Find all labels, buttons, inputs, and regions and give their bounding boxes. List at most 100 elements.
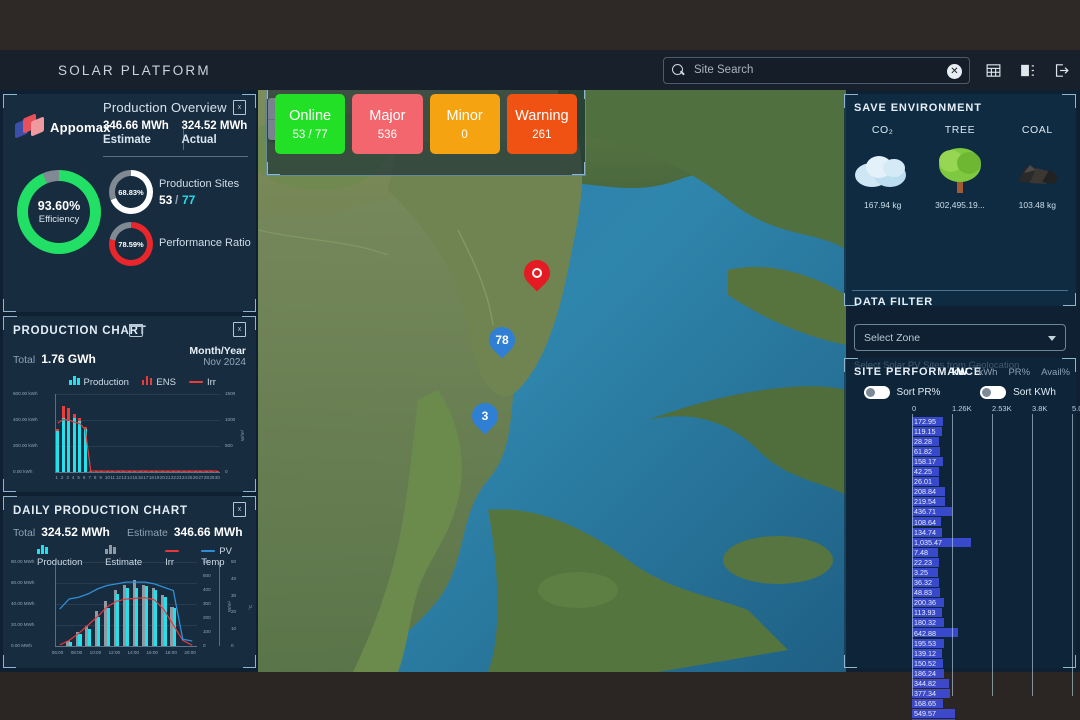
x-tick-label: 13 [121,475,126,480]
toggle-switch-icon[interactable] [980,386,1006,399]
site-performance-row[interactable]: 26.01 [912,477,1074,487]
excel-export-icon[interactable]: x [233,100,246,115]
x-tick-label: 17 [143,475,148,480]
bar-ens [100,471,103,472]
site-performance-row[interactable]: 42.25 [912,466,1074,476]
application-shell: SOLAR PLATFORM Site Search ✕ [0,50,1080,672]
bar-production [173,608,176,646]
brand-logo: Appomax [15,114,111,140]
app-header: SOLAR PLATFORM Site Search ✕ [0,50,1080,90]
site-performance-row[interactable]: 208.84 [912,487,1074,497]
x-tick-label: 4 [72,475,75,480]
site-performance-row[interactable]: 219.54 [912,497,1074,507]
site-performance-value: 42.25 [914,467,932,476]
bar-ens [62,406,65,418]
gridline [55,394,220,395]
site-performance-row[interactable]: 168.65 [912,699,1074,709]
tab-pr[interactable]: PR% [1008,367,1030,378]
overview-kpis: 346.66 MWh Estimate 324.52 MWh Actual [103,120,248,146]
sort-pr-label: Sort PR% [897,387,941,398]
tab-avail[interactable]: Avail% [1041,367,1070,378]
status-card-minor[interactable]: Minor 0 [430,94,500,154]
site-performance-row[interactable]: 61.82 [912,446,1074,456]
site-performance-row[interactable]: 36.32 [912,578,1074,588]
map-marker-cluster[interactable]: 3 [472,403,498,437]
production-overview-panel: Appomax Production Overview x 346.66 MWh… [3,94,256,312]
y2-axis-title: W/m² [240,430,245,441]
site-performance-row[interactable]: 344.82 [912,678,1074,688]
sort-kwh-toggle[interactable]: Sort KWh [960,386,1076,399]
y3-axis-title: °C [248,605,253,610]
kpi-actual-label: Actual [182,134,249,146]
site-performance-row[interactable]: 158.17 [912,456,1074,466]
efficiency-donut: 93.60% Efficiency [17,170,101,254]
y-tick-label: 0.00 MWh [11,643,32,648]
zone-select[interactable]: Select Zone [854,324,1066,351]
site-performance-row[interactable]: 108.64 [912,517,1074,527]
x-tick-label: 1 [55,475,58,480]
calendar-icon[interactable] [129,324,143,337]
site-performance-row[interactable]: 436.71 [912,507,1074,517]
kpi-actual: 324.52 MWh Actual [170,120,249,146]
dashboard-layout-icon[interactable] [1016,59,1038,81]
environment-value: 103.48 kg [999,200,1076,210]
bar-ens [84,427,87,429]
tab-kwh[interactable]: kWh [978,367,997,378]
site-performance-row[interactable]: 1,035.47 [912,537,1074,547]
site-performance-value: 208.84 [914,487,936,496]
search-input[interactable]: Site Search ✕ [663,57,970,84]
environment-value: 167.94 kg [844,200,921,210]
site-performance-row[interactable]: 134.74 [912,527,1074,537]
site-performance-row[interactable]: 119.15 [912,426,1074,436]
map-marker-selected[interactable] [524,260,550,294]
site-performance-row[interactable]: 7.48 [912,547,1074,557]
x-tick-label: 15 [132,475,137,480]
site-performance-row[interactable]: 200.36 [912,598,1074,608]
site-performance-row[interactable]: 150.52 [912,658,1074,668]
y2-axis-title: W/m² [227,601,232,612]
toggle-switch-icon[interactable] [864,386,890,399]
site-performance-row[interactable]: 3.25 [912,567,1074,577]
site-performance-row[interactable]: 139.12 [912,648,1074,658]
map-marker-cluster[interactable]: 78 [489,327,515,361]
tab-kw[interactable]: kW [952,366,968,378]
header-actions: Site Search ✕ [663,50,1072,90]
bar-ens [111,471,114,472]
site-performance-row[interactable]: 113.93 [912,608,1074,618]
grid-view-icon[interactable] [982,59,1004,81]
site-performance-row[interactable]: 195.53 [912,638,1074,648]
map-satellite-imagery [258,90,846,672]
site-performance-row[interactable]: 172.95 [912,416,1074,426]
production-chart-plot: 0.00 kWh 200.00 kWh 400.00 kWh 600.00 kW… [11,390,248,486]
bar-production [135,588,138,646]
sort-controls: Sort PR% Sort KWh [844,386,1076,399]
status-card-major[interactable]: Major 536 [352,94,422,154]
production-period[interactable]: Month/Year Nov 2024 [189,345,246,368]
bar-ens [67,408,70,421]
x-tick-label: 26 [193,475,198,480]
site-performance-row[interactable]: 549.57 [912,709,1074,719]
site-performance-row[interactable]: 642.88 [912,628,1074,638]
bar-production [145,586,148,646]
clear-search-icon[interactable]: ✕ [947,64,962,79]
status-card-warning[interactable]: Warning 261 [507,94,577,154]
map-canvas[interactable]: + − 78 3 Onlin [258,90,846,672]
sort-pr-toggle[interactable]: Sort PR% [844,386,960,399]
bar-ens [73,414,76,418]
site-performance-row[interactable]: 48.83 [912,588,1074,598]
site-performance-row[interactable]: 28.28 [912,436,1074,446]
x-tick-label: 18 [149,475,154,480]
logout-icon[interactable] [1050,59,1072,81]
site-performance-row[interactable]: 186.24 [912,668,1074,678]
excel-export-icon[interactable]: x [233,322,246,337]
site-performance-row[interactable]: 22.23 [912,557,1074,567]
excel-export-icon[interactable]: x [233,502,246,517]
site-performance-row[interactable]: 377.34 [912,689,1074,699]
site-performance-row[interactable]: 180.32 [912,618,1074,628]
gridline [55,583,197,584]
status-card-online[interactable]: Online 53 / 77 [275,94,345,154]
site-performance-value: 48.83 [914,588,932,597]
y3-tick-label: 10 [231,626,236,631]
x-tick-label: 8 [94,475,97,480]
site-performance-value: 36.32 [914,578,932,587]
